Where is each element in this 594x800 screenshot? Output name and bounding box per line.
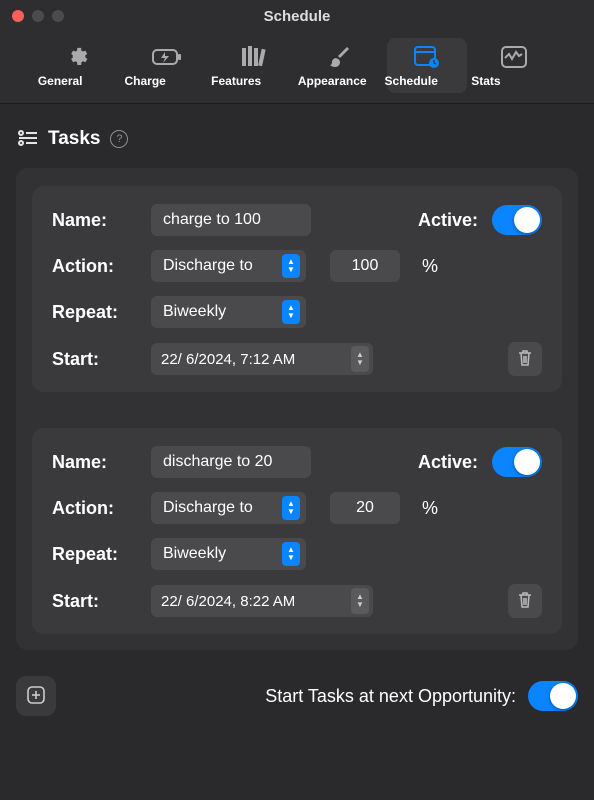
repeat-value: Biweekly: [163, 303, 274, 321]
brush-icon: [329, 44, 351, 70]
tab-schedule[interactable]: Schedule: [387, 38, 468, 93]
percent-label: %: [422, 256, 438, 277]
repeat-label: Repeat:: [52, 544, 137, 565]
tab-label: Appearance: [298, 74, 383, 88]
stats-icon: [501, 44, 527, 70]
tab-stats[interactable]: Stats: [473, 38, 554, 93]
list-icon: [18, 130, 38, 149]
calendar-clock-icon: [414, 44, 440, 70]
task-card: Name: Active: Action: Discharge to ▲▼ % …: [32, 186, 562, 392]
start-value: 22/ 6/2024, 7:12 AM: [161, 351, 347, 368]
chevron-updown-icon: ▲▼: [282, 496, 300, 520]
repeat-select[interactable]: Biweekly ▲▼: [151, 538, 306, 570]
action-label: Action:: [52, 498, 137, 519]
active-label: Active:: [418, 452, 478, 473]
tasks-panel: Name: Active: Action: Discharge to ▲▼ % …: [16, 168, 578, 650]
chevron-updown-icon: ▲▼: [282, 300, 300, 324]
tab-label: General: [38, 74, 123, 88]
action-value-input[interactable]: [330, 250, 400, 282]
books-icon: [241, 44, 267, 70]
window-title: Schedule: [264, 8, 331, 25]
tab-charge[interactable]: Charge: [127, 38, 208, 93]
trash-icon: [517, 349, 533, 370]
content: Tasks ? Name: Active: Action: Discharge …: [0, 104, 594, 732]
tab-label: Features: [211, 74, 296, 88]
tab-label: Charge: [125, 74, 210, 88]
start-label: Start:: [52, 591, 137, 612]
tab-label: Stats: [471, 74, 556, 88]
tab-label: Schedule: [385, 74, 470, 88]
section-header: Tasks ?: [16, 128, 578, 150]
task-name-input[interactable]: [151, 204, 311, 236]
opportunity-label: Start Tasks at next Opportunity:: [265, 686, 516, 707]
opportunity-toggle[interactable]: [528, 681, 578, 711]
start-label: Start:: [52, 349, 137, 370]
trash-icon: [517, 591, 533, 612]
action-select[interactable]: Discharge to ▲▼: [151, 492, 306, 524]
tab-features[interactable]: Features: [213, 38, 294, 93]
start-datetime[interactable]: 22/ 6/2024, 7:12 AM ▲▼: [151, 343, 373, 375]
delete-task-button[interactable]: [508, 584, 542, 618]
task-card: Name: Active: Action: Discharge to ▲▼ % …: [32, 428, 562, 634]
section-title: Tasks: [48, 128, 100, 150]
maximize-window-button[interactable]: [52, 10, 64, 22]
repeat-select[interactable]: Biweekly ▲▼: [151, 296, 306, 328]
gear-icon: [68, 44, 92, 70]
action-value-input[interactable]: [330, 492, 400, 524]
stepper-icon[interactable]: ▲▼: [351, 588, 369, 614]
help-icon[interactable]: ?: [110, 130, 128, 148]
add-task-button[interactable]: [16, 676, 56, 716]
plus-square-icon: [26, 685, 46, 708]
close-window-button[interactable]: [12, 10, 24, 22]
action-select[interactable]: Discharge to ▲▼: [151, 250, 306, 282]
delete-task-button[interactable]: [508, 342, 542, 376]
titlebar: Schedule: [0, 0, 594, 32]
action-value: Discharge to: [163, 499, 274, 517]
tab-appearance[interactable]: Appearance: [300, 38, 381, 93]
percent-label: %: [422, 498, 438, 519]
action-label: Action:: [52, 256, 137, 277]
chevron-updown-icon: ▲▼: [282, 542, 300, 566]
footer-row: Start Tasks at next Opportunity:: [16, 676, 578, 716]
name-label: Name:: [52, 452, 137, 473]
name-label: Name:: [52, 210, 137, 231]
repeat-label: Repeat:: [52, 302, 137, 323]
chevron-updown-icon: ▲▼: [282, 254, 300, 278]
task-name-input[interactable]: [151, 446, 311, 478]
repeat-value: Biweekly: [163, 545, 274, 563]
battery-charge-icon: [152, 44, 182, 70]
start-datetime[interactable]: 22/ 6/2024, 8:22 AM ▲▼: [151, 585, 373, 617]
stepper-icon[interactable]: ▲▼: [351, 346, 369, 372]
start-value: 22/ 6/2024, 8:22 AM: [161, 593, 347, 610]
traffic-lights: [0, 10, 64, 22]
tab-general[interactable]: General: [40, 38, 121, 93]
action-value: Discharge to: [163, 257, 274, 275]
active-toggle[interactable]: [492, 447, 542, 477]
minimize-window-button[interactable]: [32, 10, 44, 22]
toolbar: General Charge Features Appearance Sched…: [0, 32, 594, 104]
active-toggle[interactable]: [492, 205, 542, 235]
active-label: Active:: [418, 210, 478, 231]
